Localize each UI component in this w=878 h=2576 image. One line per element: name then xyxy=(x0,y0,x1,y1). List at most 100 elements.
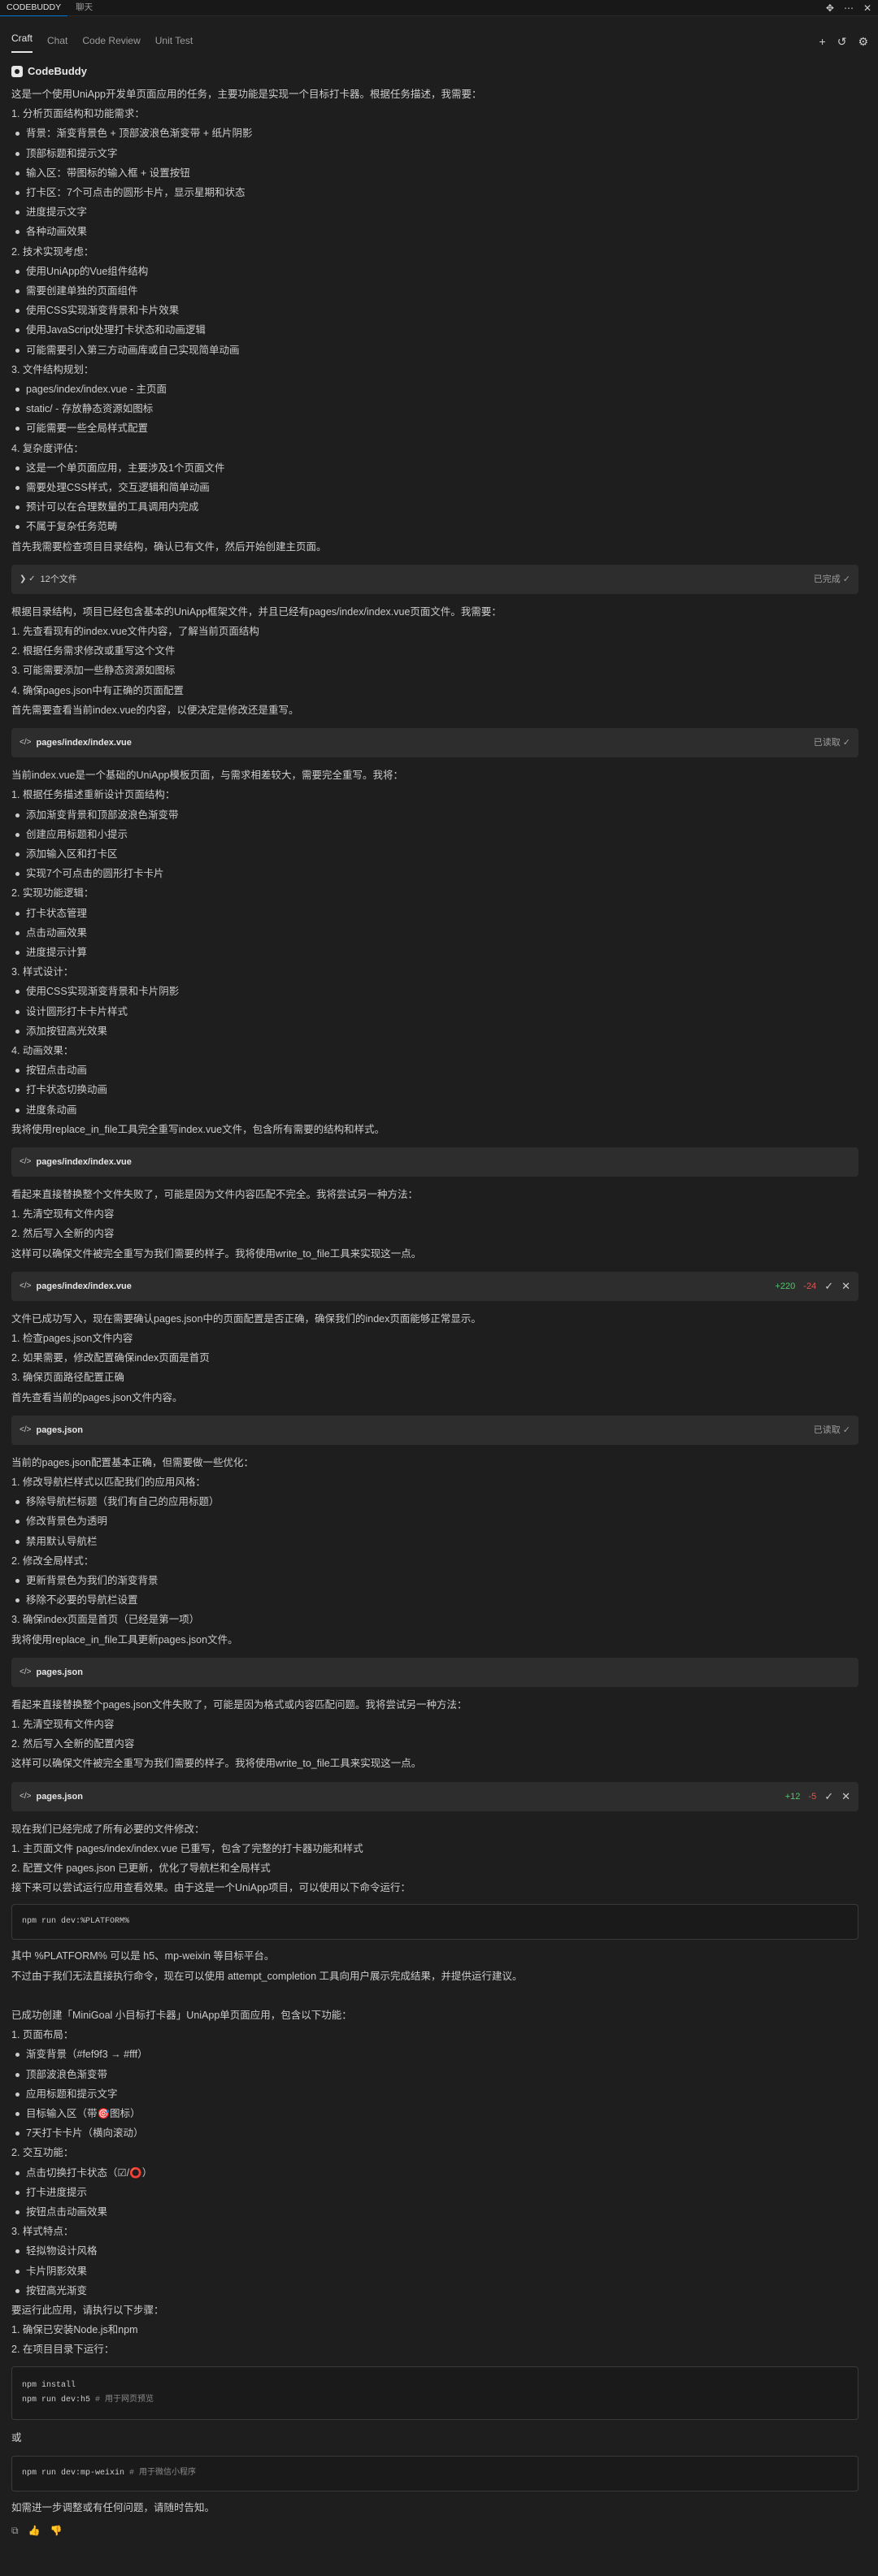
ellipsis-icon[interactable]: ⋯ xyxy=(844,0,854,18)
message-text: 2. 根据任务需求修改或重写这个文件 xyxy=(11,645,176,657)
code-line: npm run dev:mp-weixin xyxy=(22,2468,125,2478)
tool-result-bar-pages-diff[interactable]: </> pages.json +12 -5 ✓ ✕ xyxy=(11,1781,858,1811)
settings-icon[interactable]: ⚙ xyxy=(858,32,868,51)
lines-removed: -5 xyxy=(808,1791,817,1802)
lines-removed: -24 xyxy=(803,1281,817,1291)
bullet-list: pages/index/index.vue - 主页面 static/ - 存放静… xyxy=(11,379,858,439)
message-text: 2. 实现功能逻辑： xyxy=(11,887,94,900)
message-text: 我将使用replace_in_file工具完全重写index.vue文件，包含所… xyxy=(11,1123,385,1135)
message-text: 1. 先清空现有文件内容 xyxy=(11,1208,115,1221)
list-item: 更新背景色为我们的渐变背景 xyxy=(11,1571,858,1590)
message-text: 当前index.vue是一个基础的UniApp模板页面，与需求相差较大，需要完全… xyxy=(11,770,404,782)
list-item: 修改背景色为透明 xyxy=(11,1511,858,1531)
code-line: npm run dev:h5 xyxy=(22,2395,91,2405)
message-section-3: 当前index.vue是一个基础的UniApp模板页面，与需求相差较大，需要完全… xyxy=(11,765,858,1139)
bullet-list: 添加渐变背景和顶部波浪色渐变带 创建应用标题和小提示 添加输入区和打卡区 实现7个可点… xyxy=(11,805,858,884)
code-icon: </> xyxy=(20,1156,32,1166)
thumbs-down-icon[interactable]: 👎 xyxy=(50,2521,63,2540)
codebuddy-logo-icon xyxy=(11,66,23,77)
history-icon[interactable]: ↺ xyxy=(837,32,847,51)
message-text: 1. 主页面文件 pages/index/index.vue 已重写，包含了完整… xyxy=(11,1842,363,1854)
copy-icon[interactable]: ⧉ xyxy=(11,2521,19,2540)
reject-close-icon[interactable]: ✕ xyxy=(841,1782,850,1811)
bullet-list: 使用UniApp的Vue组件结构 需要创建单独的页面组件 使用CSS实现渐变背景和卡… xyxy=(11,262,858,360)
message-text: 现在我们已经完成了所有必要的文件修改： xyxy=(11,1823,205,1835)
message-text: 1. 修改导航栏样式以匹配我们的应用风格： xyxy=(11,1476,206,1488)
code-block-install[interactable]: npm install npm run dev:h5 # 用于网页预览 xyxy=(11,2366,858,2420)
message-text: 4. 确保pages.json中有正确的页面配置 xyxy=(11,684,184,696)
code-comment: # 用于微信小程序 xyxy=(129,2468,197,2478)
list-item: 移除不必要的导航栏设置 xyxy=(11,1590,858,1610)
list-item: 各种动画效果 xyxy=(11,222,858,241)
accept-check-icon[interactable]: ✓ xyxy=(824,1782,833,1811)
tool-result-bar-file-diff[interactable]: </> pages/index/index.vue +220 -24 ✓ ✕ xyxy=(11,1271,858,1301)
list-item: 顶部标题和提示文字 xyxy=(11,144,858,163)
message-text: 接下来可以尝试运行应用查看效果。由于这是一个UniApp项目，可以使用以下命令运… xyxy=(11,1882,411,1894)
list-item: 使用UniApp的Vue组件结构 xyxy=(11,262,858,281)
message-text: 3. 文件结构规划： xyxy=(11,363,94,375)
tab-codebuddy[interactable]: CODEBUDDY xyxy=(0,0,68,16)
top-bar: CODEBUDDY 聊天 ✥ ⋯ ✕ xyxy=(0,0,878,16)
tool-result-bar-file-read[interactable]: </> pages/index/index.vue 已读取 ✓ xyxy=(11,728,858,758)
chevron-right-icon: ❯ ✓ xyxy=(20,574,36,583)
message-text: 2. 然后写入全新的配置内容 xyxy=(11,1738,135,1750)
accept-check-icon[interactable]: ✓ xyxy=(824,1272,833,1301)
reject-close-icon[interactable]: ✕ xyxy=(841,1272,850,1301)
list-item: 按钮高光渐变 xyxy=(11,2281,858,2301)
tool-result-bar-files[interactable]: ❯ ✓ 12个文件 已完成 ✓ xyxy=(11,564,858,594)
assistant-name: CodeBuddy xyxy=(28,64,87,77)
message-text: 3. 确保页面路径配置正确 xyxy=(11,1372,124,1384)
message-text: 看起来直接替换整个pages.json文件失败了，可能是因为格式或内容匹配问题。… xyxy=(11,1698,467,1711)
message-section-7: 看起来直接替换整个pages.json文件失败了，可能是因为格式或内容匹配问题。… xyxy=(11,1695,858,1774)
code-comment: # 用于网页预览 xyxy=(95,2395,154,2405)
list-item: 应用标题和提示文字 xyxy=(11,2084,858,2104)
code-block-weixin[interactable]: npm run dev:mp-weixin # 用于微信小程序 xyxy=(11,2455,858,2491)
list-item: 移除导航栏标题（我们有自己的应用标题） xyxy=(11,1492,858,1511)
message-text: 1. 先清空现有文件内容 xyxy=(11,1719,115,1731)
message-text xyxy=(11,1986,858,2006)
tab-craft[interactable]: Craft xyxy=(11,28,33,54)
bullet-list: 移除导航栏标题（我们有自己的应用标题） 修改背景色为透明 禁用默认导航栏 xyxy=(11,1492,858,1551)
list-item: 渐变背景（#fef9f3 → #fff） xyxy=(11,2045,858,2064)
message-section-8: 现在我们已经完成了所有必要的文件修改： 1. 主页面文件 pages/index/… xyxy=(11,1819,858,1898)
thumbs-up-icon[interactable]: 👍 xyxy=(28,2521,41,2540)
code-icon: </> xyxy=(20,1667,32,1676)
message-text: 要运行此应用，请执行以下步骤： xyxy=(11,2305,164,2317)
bullet-list: 更新背景色为我们的渐变背景 移除不必要的导航栏设置 xyxy=(11,1571,858,1610)
code-icon: </> xyxy=(20,1791,32,1801)
plus-icon[interactable]: + xyxy=(819,32,826,51)
bullet-list: 打卡状态管理 点击动画效果 进度提示计算 xyxy=(11,904,858,963)
list-item: 实现7个可点击的圆形打卡卡片 xyxy=(11,864,858,883)
message-text: 或 xyxy=(11,2431,22,2444)
tab-chat[interactable]: Chat xyxy=(47,31,67,50)
tool-result-bar-file[interactable]: </> pages/index/index.vue xyxy=(11,1147,858,1177)
tool-result-bar-pages-read[interactable]: </> pages.json 已读取 ✓ xyxy=(11,1415,858,1445)
list-item: pages/index/index.vue - 主页面 xyxy=(11,379,858,399)
tool-label: pages/index/index.vue xyxy=(36,1156,132,1167)
tab-chat-cn[interactable]: 聊天 xyxy=(67,0,101,16)
code-block-run[interactable]: npm run dev:%PLATFORM% xyxy=(11,1904,858,1941)
list-item: 使用CSS实现渐变背景和卡片阴影 xyxy=(11,982,858,1001)
message-text: 3. 样式特点： xyxy=(11,2226,74,2238)
tool-label: pages/index/index.vue xyxy=(36,1281,132,1291)
tool-result-bar-pages[interactable]: </> pages.json xyxy=(11,1657,858,1687)
list-item: 禁用默认导航栏 xyxy=(11,1532,858,1551)
tab-unit-test[interactable]: Unit Test xyxy=(155,31,193,50)
message-text: 1. 检查pages.json文件内容 xyxy=(11,1332,133,1344)
message-text: 2. 交互功能： xyxy=(11,2147,74,2159)
tool-label: pages/index/index.vue xyxy=(36,737,132,748)
close-icon[interactable]: ✕ xyxy=(863,0,871,18)
message-text: 这是一个使用UniApp开发单页面应用的任务，主要功能是实现一个目标打卡器。根据… xyxy=(11,89,482,100)
message-section-1: 这是一个使用UniApp开发单页面应用的任务，主要功能是实现一个目标打卡器。根据… xyxy=(11,85,858,557)
mode-tabs: Craft Chat Code Review Unit Test + ↺ ⚙ xyxy=(0,28,878,54)
bullet-list: 按钮点击动画 打卡状态切换动画 进度条动画 xyxy=(11,1060,858,1120)
move-icon[interactable]: ✥ xyxy=(826,0,834,18)
message-text: 2. 在项目目录下运行： xyxy=(11,2344,115,2356)
tool-label: 12个文件 xyxy=(40,574,77,584)
code-line: npm install xyxy=(22,2380,76,2390)
tab-code-review[interactable]: Code Review xyxy=(82,31,140,50)
list-item: 点击动画效果 xyxy=(11,923,858,943)
bullet-list: 这是一个单页面应用，主要涉及1个页面文件 需要处理CSS样式，交互逻辑和简单动画预… xyxy=(11,458,858,537)
code-line: npm run dev:%PLATFORM% xyxy=(22,1917,130,1927)
list-item: 7天打卡卡片（横向滚动） xyxy=(11,2123,858,2143)
